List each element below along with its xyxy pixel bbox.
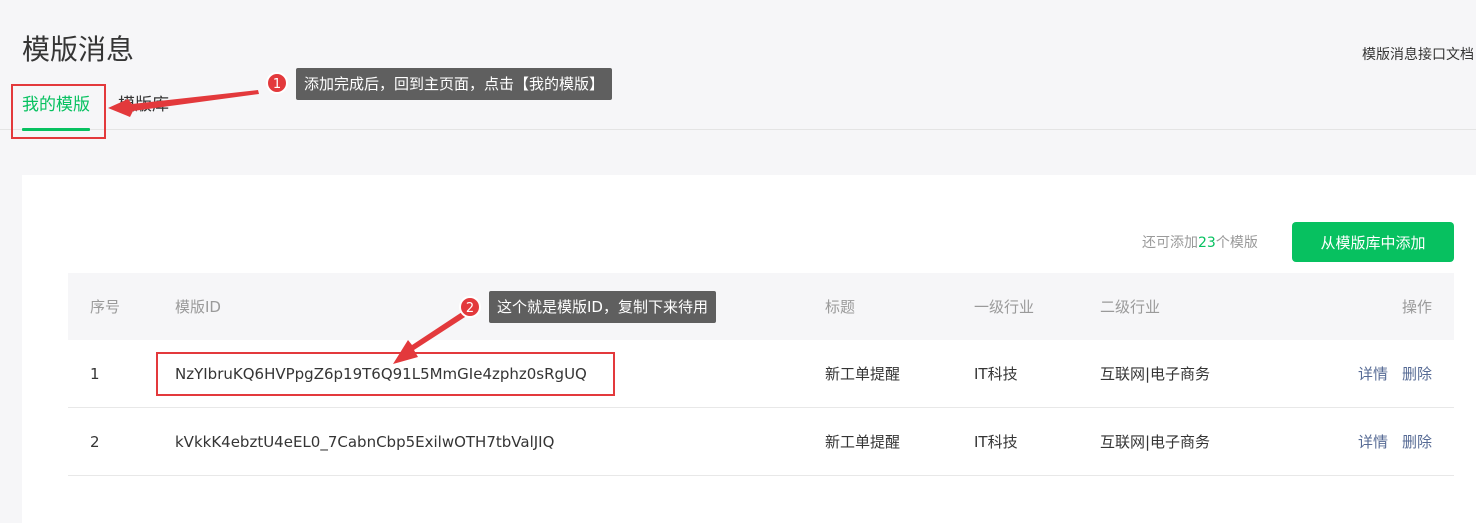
- callout-step-2: 这个就是模版ID，复制下来待用: [489, 291, 716, 323]
- callout-step-1: 添加完成后，回到主页面，点击【我的模版】: [296, 68, 613, 100]
- arrow-to-template-id: [393, 312, 465, 364]
- annotation-arrows: [108, 90, 465, 364]
- arrow-to-my-templates: [108, 90, 259, 117]
- step-badge-1: 1: [266, 72, 288, 94]
- step-badge-2: 2: [459, 296, 481, 318]
